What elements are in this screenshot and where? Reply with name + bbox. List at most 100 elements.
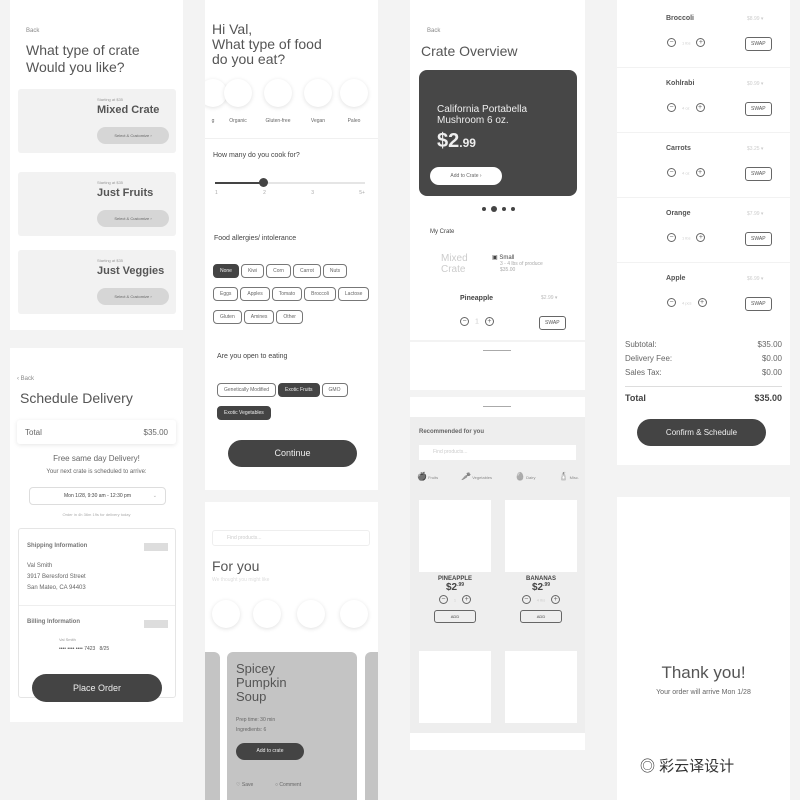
wechat-icon: ◎ bbox=[640, 758, 660, 775]
item-price[interactable]: $7.99 ▾ bbox=[747, 211, 763, 217]
swap-button[interactable]: SWAP bbox=[745, 102, 772, 116]
category-icon: 🥚 bbox=[515, 472, 526, 481]
category-vegetables[interactable]: 🥕 Vegetables bbox=[461, 472, 492, 481]
diet-option[interactable] bbox=[304, 79, 332, 107]
quantity-stepper[interactable]: −4 pcs + bbox=[661, 298, 713, 307]
back-link[interactable]: ‹ Back bbox=[17, 376, 34, 382]
category-dairy[interactable]: 🥚 Dairy bbox=[515, 472, 535, 481]
drag-handle[interactable] bbox=[483, 350, 511, 351]
product-image[interactable] bbox=[419, 651, 491, 723]
fee-row: Delivery Fee: $0.00 bbox=[625, 354, 782, 363]
billing-title: Billing Information bbox=[27, 619, 80, 625]
info-card: Shipping Information Val Smith 3917 Beres… bbox=[18, 528, 176, 698]
back-link[interactable]: Back bbox=[26, 28, 39, 34]
carousel-dots[interactable] bbox=[482, 206, 515, 212]
slider-thumb[interactable] bbox=[259, 178, 268, 187]
option-chip[interactable]: GMO bbox=[321, 383, 348, 397]
select-customize-button[interactable]: Select & Customize › bbox=[97, 288, 169, 305]
swap-button[interactable]: SWAP bbox=[745, 232, 772, 246]
suggestion-circle[interactable] bbox=[212, 600, 240, 628]
item-price[interactable]: $3.25 ▾ bbox=[747, 146, 763, 152]
servings-slider[interactable] bbox=[215, 178, 365, 187]
search-input[interactable]: Find products... bbox=[212, 530, 370, 546]
comment-button[interactable]: ○ Comment bbox=[275, 782, 301, 788]
recipe-card-prev[interactable] bbox=[205, 652, 220, 800]
option-chip[interactable]: None bbox=[213, 264, 239, 278]
swap-button[interactable]: SWAP bbox=[745, 167, 772, 181]
category-misc.[interactable]: 🧴 Misc. bbox=[559, 472, 579, 481]
save-button[interactable]: ♡ Save bbox=[236, 782, 253, 788]
add-button[interactable]: ADD bbox=[520, 610, 562, 623]
option-chip[interactable]: Corn bbox=[266, 264, 291, 278]
swap-button[interactable]: SWAP bbox=[745, 297, 772, 311]
delivery-slot-select[interactable]: Mon 1/28, 9:30 am - 12:30 pm ⌄ bbox=[29, 487, 166, 505]
product-image[interactable] bbox=[505, 651, 577, 723]
plus-icon: + bbox=[484, 317, 494, 326]
add-to-crate-button[interactable]: Add to crate bbox=[236, 743, 304, 760]
option-chip[interactable]: Apples bbox=[240, 287, 270, 301]
quantity-stepper[interactable]: −1 lbs + bbox=[661, 233, 711, 242]
option-chip[interactable]: Carrot bbox=[292, 264, 321, 278]
item-price[interactable]: $8.99 ▾ bbox=[747, 16, 763, 22]
option-chip[interactable]: Other bbox=[276, 310, 303, 324]
item-price[interactable]: $0.99 ▾ bbox=[747, 81, 763, 87]
edit-shipping-button[interactable] bbox=[144, 543, 168, 551]
swap-button[interactable]: SWAP bbox=[745, 37, 772, 51]
add-button[interactable]: ADD bbox=[434, 610, 476, 623]
item-price[interactable]: $6.99 ▾ bbox=[747, 276, 763, 282]
product-image[interactable] bbox=[419, 500, 491, 572]
quantity-stepper[interactable]: −4 lbs + bbox=[505, 595, 577, 604]
quantity-stepper[interactable]: −1 + bbox=[454, 317, 500, 326]
diet-option[interactable] bbox=[340, 79, 368, 107]
minus-icon: − bbox=[667, 233, 676, 242]
category-fruits[interactable]: 🍎 Fruits bbox=[417, 472, 438, 481]
back-link[interactable]: Back bbox=[427, 28, 440, 34]
quantity-stepper[interactable]: −1 lbs + bbox=[661, 38, 711, 47]
option-chip[interactable]: Amines bbox=[243, 310, 275, 324]
recipe-card-next[interactable] bbox=[365, 652, 378, 800]
crate-card[interactable]: Starting at $35 Just Fruits Select & Custo… bbox=[18, 172, 176, 236]
continue-button[interactable]: Continue bbox=[228, 440, 357, 467]
select-customize-button[interactable]: Select & Customize › bbox=[97, 210, 169, 227]
drag-handle[interactable] bbox=[483, 406, 511, 407]
product-image[interactable] bbox=[505, 500, 577, 572]
featured-price: $2.99 bbox=[437, 130, 476, 152]
option-chip[interactable]: Genetically Modified bbox=[217, 383, 277, 397]
quantity-stepper[interactable]: −1 + bbox=[419, 595, 491, 604]
slider-tick: 1 bbox=[215, 190, 218, 196]
option-chip[interactable]: Exotic Vegetables bbox=[217, 406, 271, 420]
confirm-schedule-button[interactable]: Confirm & Schedule bbox=[637, 419, 766, 446]
quantity-stepper[interactable]: −4 oz + bbox=[661, 103, 711, 112]
item-name: Kohlrabi bbox=[666, 80, 695, 87]
edit-billing-button[interactable] bbox=[144, 620, 168, 628]
diet-option[interactable] bbox=[224, 79, 252, 107]
quantity-stepper[interactable]: −4 oz + bbox=[661, 168, 711, 177]
option-chip[interactable]: Nuts bbox=[322, 264, 348, 278]
category-icon: 🧴 bbox=[558, 472, 569, 481]
recipe-card[interactable]: Spicey Pumpkin Soup Prep time: 30 min Ingre… bbox=[227, 652, 357, 800]
option-chip[interactable]: Tomato bbox=[271, 287, 303, 301]
suggestion-circle[interactable] bbox=[340, 600, 368, 628]
diet-option[interactable] bbox=[264, 79, 292, 107]
search-input[interactable]: Find products... bbox=[419, 445, 576, 460]
bottom-sheet-collapsed[interactable] bbox=[410, 342, 585, 390]
option-chip[interactable]: Gluten bbox=[213, 310, 242, 324]
suggestion-circle[interactable] bbox=[253, 600, 281, 628]
option-chip[interactable]: Broccoli bbox=[304, 287, 336, 301]
crate-card[interactable]: Starting at $35 Just Veggies Select & Cust… bbox=[18, 250, 176, 314]
option-chip[interactable]: Kiwi bbox=[240, 264, 265, 278]
select-customize-button[interactable]: Select & Customize › bbox=[97, 127, 169, 144]
add-to-crate-button[interactable]: Add to Crate › bbox=[430, 167, 502, 185]
place-order-button[interactable]: Place Order bbox=[32, 674, 162, 702]
swap-button[interactable]: SWAP bbox=[539, 316, 566, 330]
next-crate-text: Your next crate is scheduled to arrive: bbox=[46, 469, 147, 475]
crate-size: ▣ Small 3 - 4 lbs of produce $35.00 bbox=[492, 255, 543, 273]
minus-icon: − bbox=[521, 595, 531, 604]
crate-card[interactable]: Starting at $35 Mixed Crate Select & Custo… bbox=[18, 89, 176, 153]
for-you-screen: Find products... For you We thought you … bbox=[205, 502, 378, 800]
option-chip[interactable]: Eggs bbox=[213, 287, 239, 301]
plus-icon: + bbox=[695, 103, 705, 112]
suggestion-circle[interactable] bbox=[297, 600, 325, 628]
option-chip[interactable]: Lactose bbox=[337, 287, 370, 301]
option-chip[interactable]: Exotic Fruits bbox=[278, 383, 320, 397]
